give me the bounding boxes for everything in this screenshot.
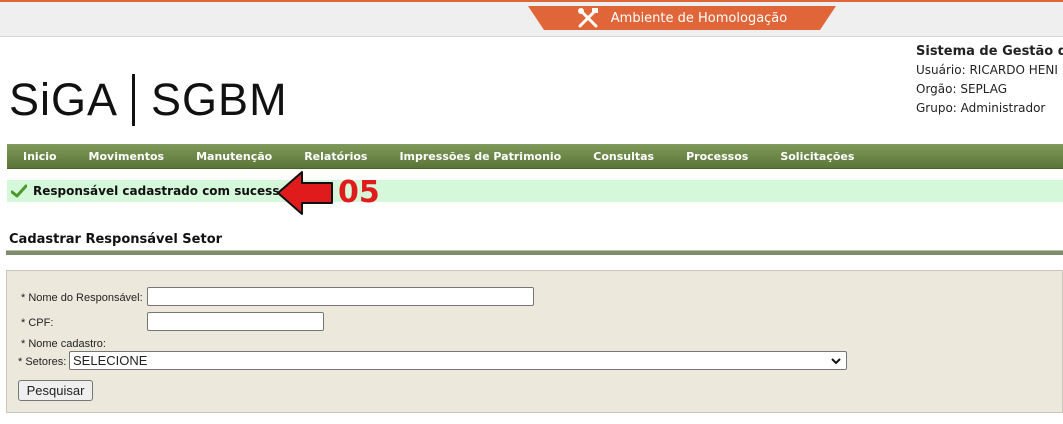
menu-item-manutencao[interactable]: Manutenção xyxy=(180,150,288,163)
environment-label: Ambiente de Homologação xyxy=(610,10,788,26)
menu-item-inicio[interactable]: Inicio xyxy=(7,150,73,163)
setores-label: * Setores: xyxy=(18,356,67,368)
menu-item-consultas[interactable]: Consultas xyxy=(577,150,670,163)
check-icon xyxy=(11,184,27,198)
step-number-annotation: 05 xyxy=(338,175,380,210)
menu-item-movimentos[interactable]: Movimentos xyxy=(73,150,181,163)
cpf-label: * CPF: xyxy=(21,317,54,329)
menu-item-solicitacoes[interactable]: Solicitações xyxy=(764,150,870,163)
user-info: Usuário: RICARDO HENI xyxy=(916,63,1058,77)
cpf-input[interactable] xyxy=(147,312,324,331)
success-message-bar: Responsável cadastrado com sucesso. xyxy=(7,180,1063,202)
chevron-down-icon xyxy=(831,358,841,365)
logo-sgbm: SGBM xyxy=(151,74,288,125)
nome-responsavel-label: * Nome do Responsável: xyxy=(21,292,143,304)
form-panel: * Nome do Responsável: * CPF: * Nome cad… xyxy=(6,270,1063,413)
group-info: Grupo: Administrador xyxy=(916,101,1046,115)
org-info: Orgão: SEPLAG xyxy=(916,82,1008,96)
setores-selected-value: SELECIONE xyxy=(73,353,148,368)
pesquisar-button[interactable]: Pesquisar xyxy=(18,380,93,401)
red-arrow-left-icon xyxy=(277,171,333,215)
logo-separator xyxy=(132,74,136,126)
system-title: Sistema de Gestão de xyxy=(916,44,1063,59)
logo-siga: SiGA xyxy=(9,74,119,125)
section-title: Cadastrar Responsável Setor xyxy=(9,232,223,247)
top-bar: Ambiente de Homologação xyxy=(0,0,1063,37)
environment-tab: Ambiente de Homologação xyxy=(528,6,836,30)
nome-responsavel-input[interactable] xyxy=(147,287,534,306)
section-divider xyxy=(6,250,1063,255)
menu-item-impressoes[interactable]: Impressões de Patrimonio xyxy=(383,150,577,163)
success-message-text: Responsável cadastrado com sucesso. xyxy=(33,184,293,198)
menu-item-processos[interactable]: Processos xyxy=(670,150,764,163)
system-info: Sistema de Gestão de Usuário: RICARDO HE… xyxy=(916,42,1063,118)
menu-item-relatorios[interactable]: Relatórios xyxy=(288,150,383,163)
nome-cadastro-label: * Nome cadastro: xyxy=(21,338,106,350)
app-logo: SiGA SGBM xyxy=(9,74,288,126)
main-menu: Inicio Movimentos Manutenção Relatórios … xyxy=(7,144,1063,169)
setores-select[interactable]: SELECIONE xyxy=(69,351,847,370)
tools-icon xyxy=(577,8,598,28)
